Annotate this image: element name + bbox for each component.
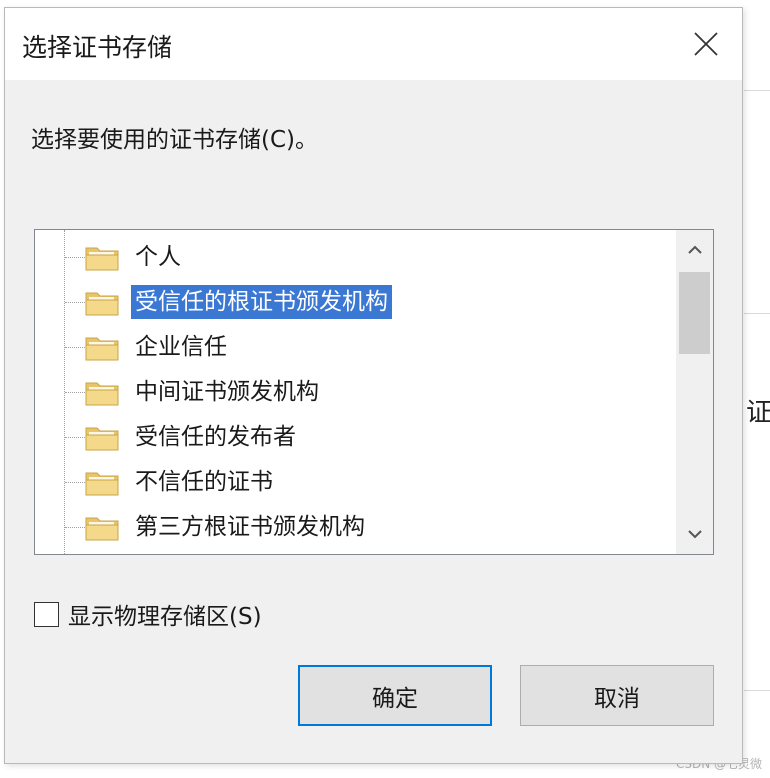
folder-icon <box>85 517 119 541</box>
ok-button[interactable]: 确定 <box>298 665 492 726</box>
tree-branch-line <box>65 302 85 303</box>
chevron-down-icon <box>687 530 702 539</box>
dialog-title: 选择证书存储 <box>22 33 173 62</box>
background-divider <box>744 690 770 691</box>
tree-branch-line <box>65 347 85 348</box>
tree-item-enterprise-trust[interactable]: 企业信任 <box>35 325 675 369</box>
certificate-store-tree[interactable]: 个人 受信任的根证书颁发机构 企业信任 中间证书颁发机构 受信任的发布者 不信任… <box>34 229 714 555</box>
tree-item-intermediate-ca[interactable]: 中间证书颁发机构 <box>35 370 675 414</box>
tree-item-label: 个人 <box>135 244 181 270</box>
scroll-down-button[interactable] <box>676 514 713 554</box>
close-button[interactable] <box>670 8 742 80</box>
tree-item-personal[interactable]: 个人 <box>35 235 675 279</box>
tree-item-label: 中间证书颁发机构 <box>135 379 319 405</box>
folder-icon <box>85 472 119 496</box>
show-physical-stores-checkbox[interactable] <box>34 601 59 627</box>
scroll-thumb[interactable] <box>679 272 710 354</box>
tree-item-trusted-publishers[interactable]: 受信任的发布者 <box>35 415 675 459</box>
chevron-up-icon <box>687 245 702 254</box>
background-divider <box>744 90 770 91</box>
tree-item-label: 企业信任 <box>135 334 227 360</box>
tree-item-untrusted-certificates[interactable]: 不信任的证书 <box>35 460 675 504</box>
tree-branch-line <box>65 392 85 393</box>
show-physical-stores-option[interactable]: 显示物理存储区(S) <box>34 598 262 630</box>
tree-branch-line <box>65 527 85 528</box>
select-certificate-store-dialog: 选择证书存储 选择要使用的证书存储(C)。 个人 受信任的根证书颁发机构 企业信… <box>4 7 743 764</box>
folder-icon <box>85 337 119 361</box>
tree-list: 个人 受信任的根证书颁发机构 企业信任 中间证书颁发机构 受信任的发布者 不信任… <box>35 230 675 554</box>
background-divider <box>744 313 770 314</box>
cancel-button[interactable]: 取消 <box>520 665 714 726</box>
tree-item-third-party-root-ca[interactable]: 第三方根证书颁发机构 <box>35 505 675 549</box>
folder-icon <box>85 427 119 451</box>
tree-item-label: 受信任的发布者 <box>135 424 296 450</box>
tree-branch-line <box>65 437 85 438</box>
close-icon <box>694 32 718 56</box>
store-prompt: 选择要使用的证书存储(C)。 <box>31 127 319 153</box>
vertical-scrollbar[interactable] <box>676 230 713 554</box>
tree-item-trusted-root-ca[interactable]: 受信任的根证书颁发机构 <box>35 280 675 324</box>
background-partial-text: 证书 <box>746 398 770 428</box>
folder-icon <box>85 247 119 271</box>
tree-item-label: 不信任的证书 <box>135 469 273 495</box>
tree-branch-line <box>65 482 85 483</box>
title-bar: 选择证书存储 <box>5 8 742 80</box>
tree-item-label: 第三方根证书颁发机构 <box>135 514 365 540</box>
tree-branch-line <box>65 257 85 258</box>
tree-item-label-selected: 受信任的根证书颁发机构 <box>131 285 392 319</box>
folder-icon <box>85 292 119 316</box>
show-physical-stores-label: 显示物理存储区(S) <box>68 604 262 630</box>
folder-icon <box>85 382 119 406</box>
scroll-up-button[interactable] <box>676 230 713 270</box>
